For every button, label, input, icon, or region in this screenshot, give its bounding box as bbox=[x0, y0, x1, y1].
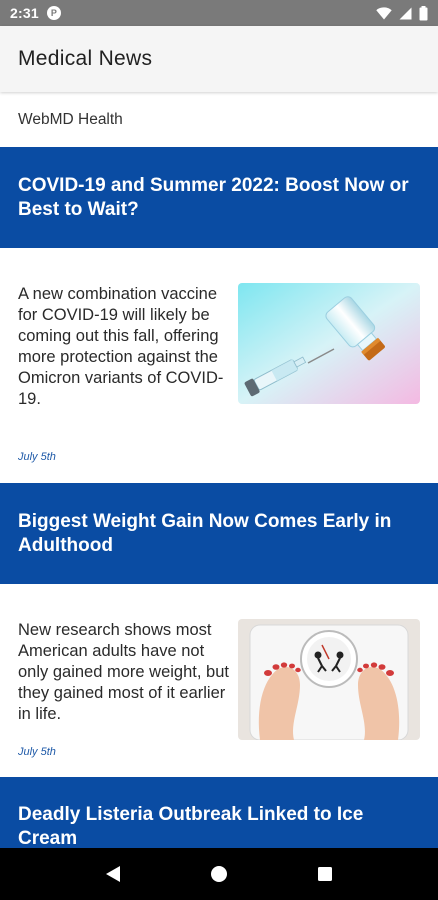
battery-icon bbox=[419, 5, 428, 20]
home-icon[interactable] bbox=[199, 854, 239, 894]
navigation-bar bbox=[0, 848, 438, 900]
wifi-icon bbox=[376, 6, 392, 19]
feet-on-scale-image[interactable] bbox=[238, 619, 420, 740]
vaccine-vial-syringe-image[interactable] bbox=[238, 283, 420, 404]
article-summary: A new combination vaccine for COVID-19 w… bbox=[18, 285, 224, 408]
article-title: Biggest Weight Gain Now Comes Early in A… bbox=[18, 510, 392, 556]
back-icon[interactable] bbox=[93, 854, 133, 894]
article-date: July 5th bbox=[18, 746, 56, 758]
news-feed[interactable]: WebMD Health COVID-19 and Summer 2022: B… bbox=[0, 92, 438, 848]
status-bar: 2:31 P bbox=[0, 0, 438, 26]
article-title: COVID-19 and Summer 2022: Boost Now or B… bbox=[18, 174, 409, 220]
recents-icon[interactable] bbox=[305, 854, 345, 894]
article-summary: New research shows most American adults … bbox=[18, 621, 229, 723]
article-date: July 5th bbox=[18, 451, 56, 463]
article-headline[interactable]: Deadly Listeria Outbreak Linked to Ice C… bbox=[0, 777, 438, 848]
article-title: Deadly Listeria Outbreak Linked to Ice C… bbox=[18, 804, 364, 848]
article-headline[interactable]: COVID-19 and Summer 2022: Boost Now or B… bbox=[0, 147, 438, 248]
article-headline[interactable]: Biggest Weight Gain Now Comes Early in A… bbox=[0, 483, 438, 584]
article-card[interactable]: New research shows most American adults … bbox=[0, 584, 438, 777]
source-label: WebMD Health bbox=[0, 92, 438, 147]
circle-p-icon: P bbox=[46, 6, 61, 20]
app-title: Medical News bbox=[18, 47, 153, 70]
article-card[interactable]: A new combination vaccine for COVID-19 w… bbox=[0, 248, 438, 483]
app-bar: Medical News bbox=[0, 26, 438, 92]
status-time: 2:31 bbox=[10, 5, 39, 21]
signal-icon bbox=[399, 7, 412, 19]
